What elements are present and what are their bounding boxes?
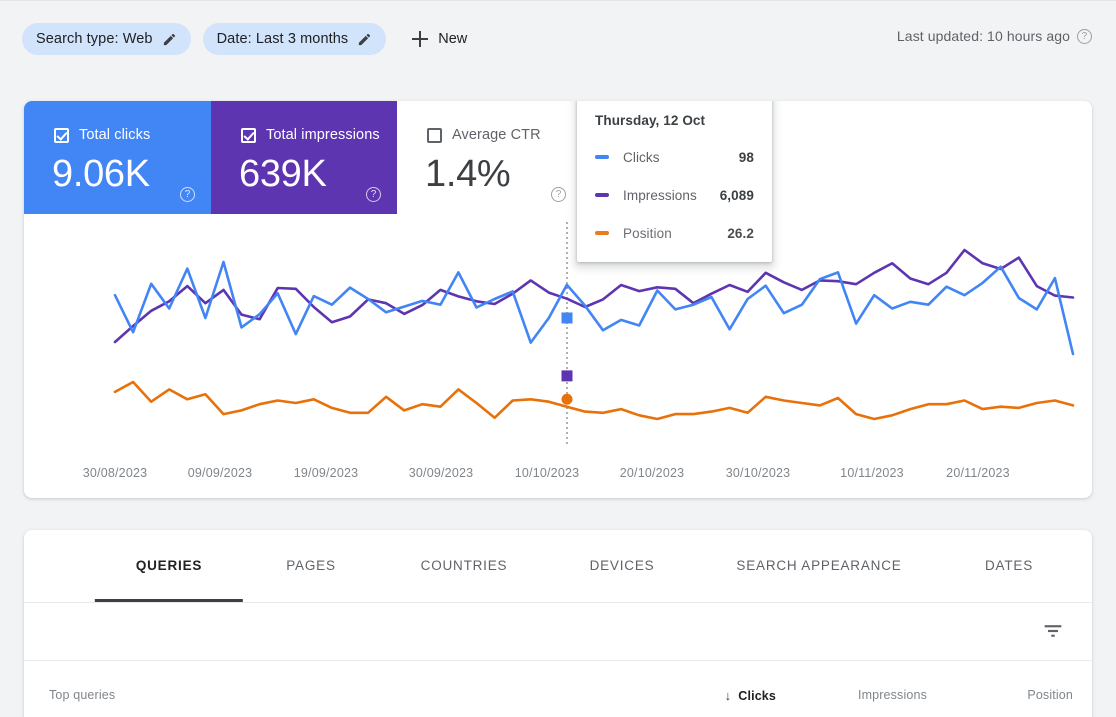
metric-tile-total-impressions[interactable]: Total impressions 639K ? — [211, 101, 397, 214]
impressions-hover-marker — [561, 370, 573, 382]
metric-tile-total-impressions-help[interactable]: ? — [366, 184, 381, 202]
tooltip-row-clicks-value: 98 — [738, 149, 754, 165]
chart-x-tick: 19/09/2023 — [293, 466, 359, 480]
performance-chart-card: Total clicks 9.06K ? Total impressions 6… — [24, 101, 1092, 498]
tab-countries[interactable]: COUNTRIES — [421, 530, 508, 602]
metric-tile-average-ctr-value: 1.4% — [425, 153, 511, 195]
metric-tile-total-impressions-value: 639K — [239, 153, 327, 195]
chart-x-axis: 30/08/2023 09/09/2023 19/09/2023 30/09/2023… — [24, 452, 1092, 492]
table-filter-row — [24, 603, 1092, 661]
pencil-icon — [163, 33, 175, 45]
help-icon[interactable]: ? — [1077, 28, 1092, 44]
chart-x-tick: 09/09/2023 — [187, 466, 253, 480]
tooltip-row-position-value: 26.2 — [727, 225, 754, 241]
metric-tile-average-ctr-header: Average CTR — [427, 127, 541, 143]
dimension-table-card: QUERIES PAGES COUNTRIES DEVICES SEARCH APPEA… — [24, 530, 1092, 717]
column-header-impressions[interactable]: Impressions — [858, 688, 927, 702]
impressions-legend-swatch — [595, 193, 609, 197]
filter-chip-date-label: Date: Last 3 months — [216, 31, 349, 47]
tooltip-row-position-label: Position — [623, 225, 672, 241]
clicks-legend-swatch — [595, 155, 609, 159]
filter-toolbar: Search type: Web Date: Last 3 months New… — [0, 0, 1116, 77]
tab-dates[interactable]: DATES — [985, 530, 1033, 602]
position-legend-swatch — [595, 231, 609, 235]
chart-x-tick: 30/09/2023 — [408, 466, 474, 480]
tab-devices[interactable]: DEVICES — [590, 530, 655, 602]
chart-x-tick: 10/10/2023 — [514, 466, 580, 480]
clicks-series-line — [113, 260, 1075, 356]
help-icon[interactable]: ? — [366, 187, 381, 202]
chart-x-tick: 30/08/2023 — [82, 466, 148, 480]
metric-tile-average-ctr-help[interactable]: ? — [551, 184, 566, 202]
column-header-label: Impressions — [857, 688, 927, 702]
sort-descending-icon: ↓ — [724, 688, 732, 703]
pencil-icon — [359, 33, 371, 45]
filter-chip-date[interactable]: Date: Last 3 months — [202, 23, 387, 55]
clicks-hover-marker — [561, 312, 573, 324]
chart-hover-tooltip: Thursday, 12 Oct Clicks 98 Impressions 6… — [577, 101, 772, 262]
tooltip-row-clicks: Clicks 98 — [595, 144, 754, 170]
last-updated-label: Last updated: 10 hours ago — [896, 28, 1070, 44]
column-header-top-queries[interactable]: Top queries — [49, 688, 115, 702]
filter-chip-search-type[interactable]: Search type: Web — [22, 23, 191, 55]
checkbox-unchecked-icon[interactable] — [427, 127, 442, 143]
performance-chart[interactable]: 30/08/2023 09/09/2023 19/09/2023 30/09/2023… — [24, 214, 1092, 498]
metric-tile-spacer — [769, 101, 1092, 214]
plus-icon — [412, 31, 429, 47]
metric-tile-group: Total clicks 9.06K ? Total impressions 6… — [24, 101, 1092, 214]
metric-tile-total-clicks[interactable]: Total clicks 9.06K ? — [24, 101, 211, 214]
tooltip-row-impressions: Impressions 6,089 — [595, 182, 754, 208]
chart-x-tick: 20/10/2023 — [619, 466, 685, 480]
chart-x-tick: 10/11/2023 — [840, 466, 904, 480]
tooltip-row-impressions-value: 6,089 — [719, 187, 754, 203]
add-new-filter-button[interactable]: New — [406, 23, 475, 55]
filter-icon[interactable] — [1042, 621, 1064, 641]
tab-pages[interactable]: PAGES — [286, 530, 336, 602]
filter-chip-search-type-label: Search type: Web — [36, 31, 153, 47]
help-icon[interactable]: ? — [180, 187, 195, 202]
metric-tile-total-clicks-value: 9.06K — [52, 153, 150, 195]
performance-chart-svg[interactable] — [24, 214, 1092, 452]
metric-tile-total-impressions-header: Total impressions — [241, 127, 380, 143]
tab-search-appearance[interactable]: SEARCH APPEARANCE — [736, 530, 901, 602]
add-new-filter-label: New — [438, 31, 468, 47]
metric-tile-total-impressions-label: Total impressions — [266, 127, 380, 143]
metric-tile-average-ctr-label: Average CTR — [452, 127, 541, 143]
checkbox-checked-icon[interactable] — [241, 127, 256, 143]
help-icon[interactable]: ? — [551, 187, 566, 202]
metric-tile-total-clicks-header: Total clicks — [54, 127, 150, 143]
last-updated-status: Last updated: 10 hours ago ? — [897, 28, 1092, 44]
tooltip-row-clicks-label: Clicks — [623, 149, 660, 165]
dimension-tab-bar: QUERIES PAGES COUNTRIES DEVICES SEARCH APPEA… — [24, 530, 1092, 603]
table-header-row: Top queries ↓ Clicks Impressions Position — [24, 661, 1092, 717]
metric-tile-average-ctr[interactable]: Average CTR 1.4% ? — [397, 101, 583, 214]
column-header-position[interactable]: Position — [1027, 688, 1073, 702]
search-console-performance-page: Search type: Web Date: Last 3 months New… — [0, 0, 1116, 717]
column-header-label: Position — [1027, 688, 1073, 702]
chart-x-tick: 30/10/2023 — [725, 466, 791, 480]
metric-tile-total-clicks-help[interactable]: ? — [180, 184, 195, 202]
column-header-label: Clicks — [738, 689, 776, 703]
impressions-series-line — [113, 248, 1075, 344]
chart-x-tick: 20/11/2023 — [946, 466, 1010, 480]
column-header-label: Top queries — [49, 688, 116, 702]
filter-chip-group: Search type: Web Date: Last 3 months New — [22, 23, 475, 55]
column-header-clicks[interactable]: ↓ Clicks — [725, 688, 776, 703]
tooltip-row-impressions-label: Impressions — [623, 187, 697, 203]
tooltip-date: Thursday, 12 Oct — [595, 113, 706, 128]
metric-tile-total-clicks-label: Total clicks — [79, 127, 151, 143]
tooltip-row-position: Position 26.2 — [595, 220, 754, 246]
tab-queries[interactable]: QUERIES — [136, 530, 202, 602]
position-hover-marker — [561, 393, 573, 405]
position-series-line — [113, 380, 1075, 421]
checkbox-checked-icon[interactable] — [54, 127, 69, 143]
